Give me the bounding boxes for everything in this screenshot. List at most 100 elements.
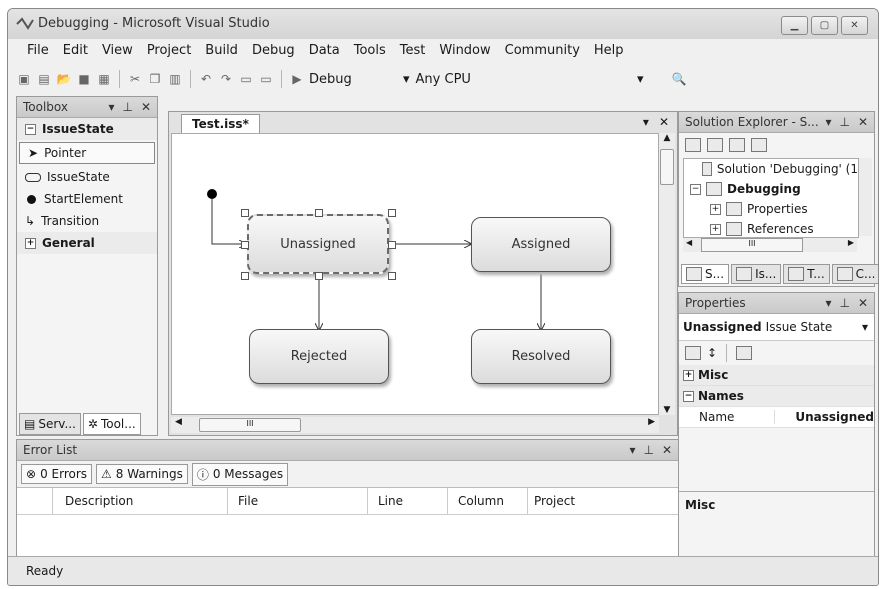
column-header-column[interactable]: Column — [448, 488, 528, 514]
solution-configuration-combo[interactable]: Debug — [309, 72, 399, 87]
state-assigned[interactable]: Assigned — [471, 217, 611, 272]
undo-icon[interactable]: ↶ — [198, 71, 214, 87]
save-icon[interactable]: ■ — [76, 71, 92, 87]
column-header-project[interactable]: Project — [528, 488, 678, 514]
property-name-row[interactable]: Name Unassigned — [679, 407, 874, 428]
tree-properties-node[interactable]: + Properties — [684, 199, 858, 219]
menu-build[interactable]: Build — [198, 41, 245, 63]
menu-view[interactable]: View — [95, 41, 140, 63]
scroll-right-icon[interactable]: ▶ — [848, 238, 854, 247]
scroll-thumb[interactable] — [660, 149, 674, 185]
new-project-icon[interactable]: ▣ — [16, 71, 32, 87]
close-icon[interactable]: ✕ — [858, 115, 868, 129]
menu-help[interactable]: Help — [587, 41, 631, 63]
horizontal-scrollbar[interactable]: ◀ III ▶ — [171, 417, 659, 433]
scroll-thumb[interactable]: III — [701, 238, 803, 252]
navigate-forward-icon[interactable]: ▭ — [258, 71, 274, 87]
cut-icon[interactable]: ✂ — [127, 71, 143, 87]
active-files-dropdown-icon[interactable]: ▾ — [643, 115, 649, 129]
state-diagram-canvas[interactable]: Unassigned Assigned Rejected Resolved — [171, 133, 659, 415]
pin-icon[interactable]: ⊥ — [839, 115, 849, 129]
property-pages-icon[interactable] — [736, 346, 753, 360]
save-all-icon[interactable]: ▦ — [96, 71, 112, 87]
tree-horizontal-scrollbar[interactable]: ◀ III ▶ — [683, 238, 857, 252]
toolbox-item-pointer[interactable]: ➤ Pointer — [19, 142, 155, 164]
view-class-diagram-icon[interactable] — [751, 138, 767, 152]
state-unassigned[interactable]: Unassigned — [247, 214, 389, 274]
menu-data[interactable]: Data — [302, 41, 347, 63]
minimize-button[interactable]: ▁ — [781, 16, 808, 35]
close-document-icon[interactable]: ✕ — [659, 115, 669, 129]
find-in-files-icon[interactable]: 🔍 — [671, 71, 687, 87]
refresh-icon[interactable] — [729, 138, 745, 152]
toolbox-item-issuestate[interactable]: IssueState — [17, 166, 157, 188]
dropdown-arrow-icon[interactable]: ▾ — [108, 100, 114, 114]
scroll-left-icon[interactable]: ◀ — [175, 417, 182, 427]
resize-handle[interactable] — [315, 272, 323, 280]
tab-issue-state[interactable]: Is... — [731, 264, 782, 284]
dropdown-arrow-icon[interactable]: ▾ — [629, 443, 635, 457]
state-rejected[interactable]: Rejected — [249, 329, 389, 384]
resize-handle[interactable] — [241, 241, 249, 249]
document-tab-test-iss[interactable]: Test.iss* — [181, 114, 260, 133]
show-all-files-icon[interactable] — [707, 138, 723, 152]
dropdown-arrow-icon[interactable]: ▾ — [825, 115, 831, 129]
close-icon[interactable]: ✕ — [141, 100, 151, 114]
close-icon[interactable]: ✕ — [858, 296, 868, 310]
alphabetical-icon[interactable]: ↕ — [707, 346, 717, 360]
scroll-down-icon[interactable]: ▼ — [659, 405, 675, 415]
toolbox-group-issuestate[interactable]: − IssueState — [17, 118, 157, 140]
column-header-description[interactable]: Description — [53, 488, 228, 514]
menu-edit[interactable]: Edit — [56, 41, 95, 63]
close-button[interactable]: ✕ — [841, 16, 868, 35]
tab-server-explorer[interactable]: ▤ Serv... — [19, 413, 81, 435]
category-names[interactable]: − Names — [679, 386, 874, 407]
tab-class-view[interactable]: C... — [831, 264, 878, 284]
add-item-icon[interactable]: ▤ — [36, 71, 52, 87]
tab-toolbox[interactable]: ✲ Tool... — [82, 413, 141, 435]
scroll-right-icon[interactable]: ▶ — [648, 417, 655, 427]
pin-icon[interactable]: ⊥ — [839, 296, 849, 310]
pin-icon[interactable]: ⊥ — [122, 100, 132, 114]
find-combo[interactable]: ▾ — [637, 72, 667, 87]
menu-tools[interactable]: Tools — [347, 41, 393, 63]
navigate-back-icon[interactable]: ▭ — [238, 71, 254, 87]
copy-icon[interactable]: ❐ — [147, 71, 163, 87]
resize-handle[interactable] — [241, 272, 249, 280]
object-selector[interactable]: Unassigned Issue State ▾ — [679, 314, 874, 341]
paste-icon[interactable]: ▥ — [167, 71, 183, 87]
start-debugging-icon[interactable]: ▶ — [289, 71, 305, 87]
resize-handle[interactable] — [388, 209, 396, 217]
category-misc[interactable]: + Misc — [679, 365, 874, 386]
toolbox-group-general[interactable]: + General — [17, 232, 157, 254]
toolbox-item-startelement[interactable]: StartElement — [17, 188, 157, 210]
pin-icon[interactable]: ⊥ — [643, 443, 653, 457]
errors-filter-button[interactable]: ⊗ 0 Errors — [21, 464, 93, 484]
menu-file[interactable]: File — [20, 41, 56, 63]
tab-solution-explorer[interactable]: S... — [681, 264, 730, 284]
scroll-thumb[interactable]: III — [199, 418, 301, 432]
maximize-button[interactable]: ▢ — [811, 16, 838, 35]
toolbox-item-transition[interactable]: ↳ Transition — [17, 210, 157, 232]
tree-references-node[interactable]: + References — [684, 219, 858, 237]
scroll-left-icon[interactable]: ◀ — [686, 238, 692, 247]
tree-vertical-scrollbar[interactable] — [859, 158, 872, 236]
menu-window[interactable]: Window — [432, 41, 497, 63]
tab-team-explorer[interactable]: T... — [783, 264, 830, 284]
menu-community[interactable]: Community — [498, 41, 587, 63]
column-header-line[interactable]: Line — [368, 488, 448, 514]
close-icon[interactable]: ✕ — [662, 443, 672, 457]
open-folder-icon[interactable]: 📂 — [56, 71, 72, 87]
scroll-up-icon[interactable]: ▲ — [659, 133, 675, 143]
properties-icon[interactable] — [685, 138, 701, 152]
resize-handle[interactable] — [241, 209, 249, 217]
messages-filter-button[interactable]: ⓘ 0 Messages — [191, 462, 289, 486]
column-header-file[interactable]: File — [228, 488, 368, 514]
resize-handle[interactable] — [388, 241, 396, 249]
redo-icon[interactable]: ↷ — [218, 71, 234, 87]
tree-project-node[interactable]: − Debugging — [684, 179, 858, 199]
vertical-scrollbar[interactable]: ▲ ▼ — [659, 133, 675, 415]
resize-handle[interactable] — [315, 209, 323, 217]
menu-debug[interactable]: Debug — [245, 41, 302, 63]
property-name-value[interactable]: Unassigned — [775, 410, 874, 424]
